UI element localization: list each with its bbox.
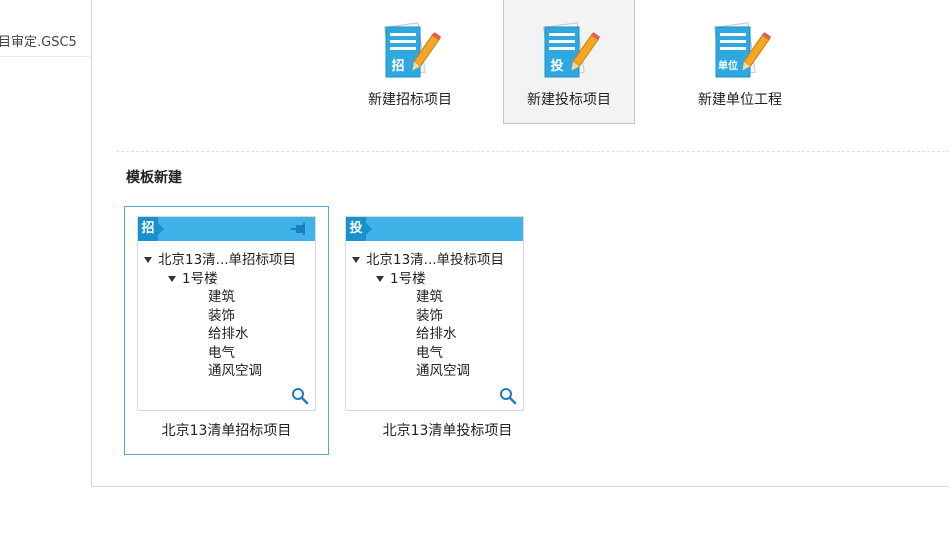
document-pencil-icon: 单位 — [713, 22, 772, 78]
preview-header-bar: 招 — [138, 217, 315, 241]
new-bid-project-button[interactable]: 投 新建投标项目 — [503, 0, 635, 124]
template-name: 北京13清单投标项目 — [382, 423, 513, 439]
caret-down-icon — [352, 257, 360, 263]
preview-header-bar: 投 — [346, 217, 523, 241]
section-divider — [116, 151, 949, 152]
new-tender-project-button[interactable]: 招 新建招标项目 — [344, 0, 476, 124]
tree-leaf: 电气 — [208, 344, 235, 361]
tree-building-row: 1号楼 — [144, 270, 296, 289]
tree-building-label: 1号楼 — [182, 270, 218, 287]
document-pencil-icon: 投 — [542, 22, 601, 78]
option-label: 新建投标项目 — [527, 92, 611, 108]
document-pencil-icon: 招 — [383, 22, 442, 78]
app-root: 目审定.GSC5 招 新建招标项目 投 新建投标项目 单位 新建单位工程 模板新… — [0, 0, 949, 552]
tree-building-row: 1号楼 — [352, 270, 504, 289]
tree-leaf: 给排水 — [416, 326, 457, 342]
option-badge: 单位 — [718, 59, 738, 72]
tree-leaf: 通风空调 — [416, 363, 470, 379]
tree-root-row: 北京13清...单招标项目 — [144, 251, 296, 270]
template-preview: 招 北京13清...单招标项目 1号楼 建筑 装饰 给排水 电气 通风空调 — [137, 216, 316, 411]
tree-leaf: 通风空调 — [208, 363, 262, 379]
tree-leaf: 装饰 — [416, 307, 443, 324]
caret-down-icon — [144, 257, 152, 263]
preview-tag: 招 — [138, 217, 164, 241]
tree-leaf: 建筑 — [208, 289, 235, 305]
left-list-item-text: 目审定.GSC5 — [0, 35, 77, 50]
caret-down-icon — [376, 275, 384, 282]
new-unit-project-button[interactable]: 单位 新建单位工程 — [674, 0, 806, 124]
template-preview: 投 北京13清...单投标项目 1号楼 建筑 装饰 给排水 电气 通风空调 — [345, 216, 524, 411]
option-badge: 投 — [550, 58, 563, 74]
left-list-item[interactable]: 目审定.GSC5 — [0, 30, 91, 57]
new-project-panel: 招 新建招标项目 投 新建投标项目 单位 新建单位工程 模板新建 招 北京13清… — [91, 0, 949, 487]
template-card-tender[interactable]: 招 北京13清...单招标项目 1号楼 建筑 装饰 给排水 电气 通风空调 北京… — [124, 206, 329, 455]
tree-leaf: 给排水 — [208, 326, 249, 342]
option-badge: 招 — [391, 58, 404, 74]
tree-leaf: 装饰 — [208, 307, 235, 324]
template-name: 北京13清单招标项目 — [161, 423, 292, 439]
option-label: 新建单位工程 — [698, 92, 782, 108]
caret-down-icon — [168, 275, 176, 282]
tree-leaf: 建筑 — [416, 289, 443, 305]
project-tree: 北京13清...单招标项目 1号楼 建筑 装饰 给排水 电气 通风空调 — [144, 251, 296, 381]
tree-root-label: 北京13清...单投标项目 — [366, 252, 505, 268]
option-label: 新建招标项目 — [368, 92, 452, 108]
template-card-bid[interactable]: 投 北京13清...单投标项目 1号楼 建筑 装饰 给排水 电气 通风空调 北京… — [345, 216, 550, 465]
preview-tag: 投 — [346, 217, 372, 241]
magnifier-icon[interactable] — [499, 387, 517, 405]
tree-root-row: 北京13清...单投标项目 — [352, 251, 504, 270]
tree-root-label: 北京13清...单招标项目 — [158, 252, 297, 268]
pin-icon[interactable] — [291, 222, 307, 236]
magnifier-icon[interactable] — [291, 387, 309, 405]
template-section-title: 模板新建 — [126, 170, 182, 186]
project-tree: 北京13清...单投标项目 1号楼 建筑 装饰 给排水 电气 通风空调 — [352, 251, 504, 381]
tree-building-label: 1号楼 — [390, 270, 426, 287]
tree-leaf: 电气 — [416, 344, 443, 361]
